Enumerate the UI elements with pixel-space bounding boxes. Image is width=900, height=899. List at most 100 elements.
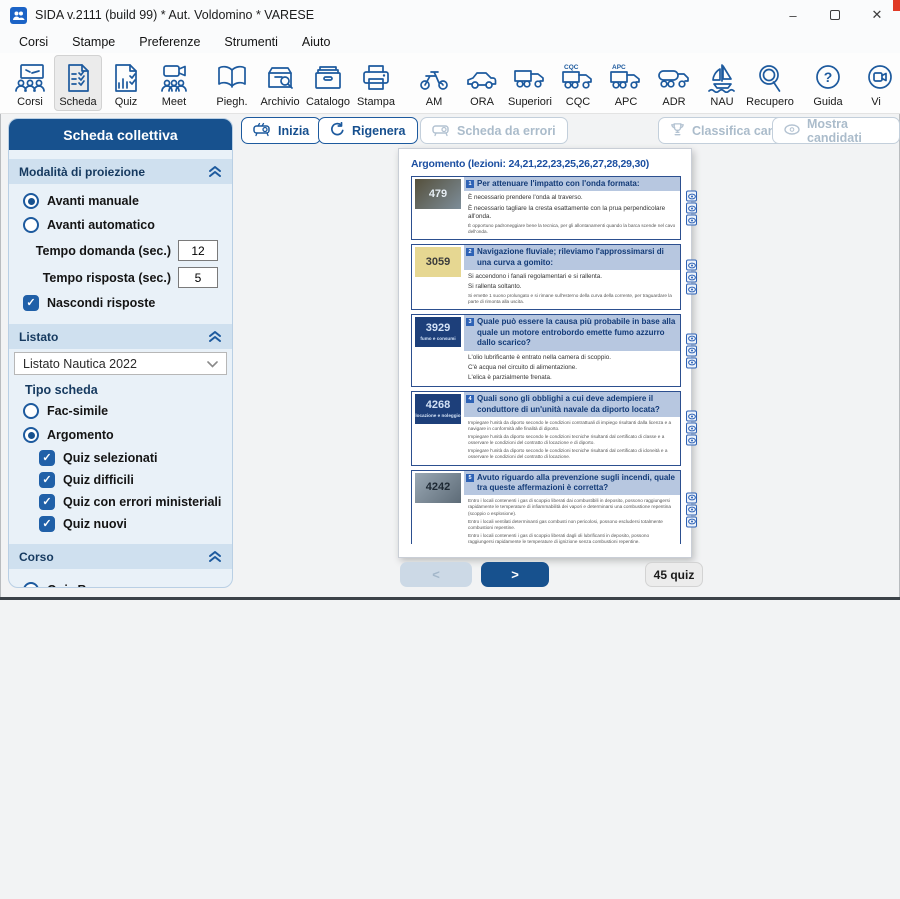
maximize-button[interactable] xyxy=(814,0,856,30)
menu-item-stampe[interactable]: Stampe xyxy=(61,32,126,52)
toolbar-item-am[interactable]: AM xyxy=(410,55,458,111)
scheda-da-errori-button[interactable]: Scheda da errori xyxy=(420,117,568,144)
quiz-action-button[interactable] xyxy=(686,829,697,840)
quiz-action-button[interactable] xyxy=(686,516,697,527)
quiz-image-number: 3259 xyxy=(426,645,450,656)
section-header-proiezione[interactable]: Modalità di proiezione xyxy=(9,159,232,184)
quiz-answer: Pale fisse. xyxy=(468,682,676,690)
archivio-icon xyxy=(262,61,298,95)
quiz-action-button[interactable] xyxy=(686,651,697,662)
quiz-number-badge: 3 xyxy=(466,318,474,326)
tempo-domanda-input[interactable] xyxy=(178,240,218,261)
toolbar-item-guida[interactable]: ? Guida xyxy=(804,55,852,111)
quiz-action-button[interactable] xyxy=(686,504,697,515)
corsi-icon xyxy=(12,61,48,95)
next-page-button[interactable]: > xyxy=(481,562,549,587)
quiz-action-button[interactable] xyxy=(686,492,697,503)
quiz-action-button[interactable] xyxy=(686,740,697,751)
quiz-action-button[interactable] xyxy=(686,805,697,816)
checkbox-quiz-nuovi[interactable]: ✓ Quiz nuovi xyxy=(9,513,232,535)
quiz-action-button[interactable] xyxy=(686,272,697,283)
toolbar-label: Piegh. xyxy=(216,96,247,108)
radio-quiz-base[interactable]: Quiz Base xyxy=(9,574,232,588)
radio-fac-simile[interactable]: Fac-simile xyxy=(9,399,232,423)
quiz-action-button[interactable] xyxy=(686,423,697,434)
quiz-action-button[interactable] xyxy=(686,203,697,214)
quiz-action-button[interactable] xyxy=(686,887,697,898)
toolbar-item-nau[interactable]: NAU xyxy=(698,55,746,111)
toolbar-item-scheda[interactable]: Scheda xyxy=(54,55,102,111)
quiz-action-button[interactable] xyxy=(686,728,697,739)
menu-item-strumenti[interactable]: Strumenti xyxy=(213,32,289,52)
toolbar-label: NAU xyxy=(710,96,733,108)
section-header-listato[interactable]: Listato xyxy=(9,324,232,349)
toolbar-label: Catalogo xyxy=(306,96,350,108)
quiz-answer: È opportuno padroneggiare bene la tecnic… xyxy=(468,223,676,235)
quiz-action-button[interactable] xyxy=(686,191,697,202)
radio-icon xyxy=(23,403,39,419)
quiz-thumbnail: 3086 – – – xyxy=(415,712,461,742)
radio-label: Fac-simile xyxy=(47,404,108,418)
quiz-answer: Certificato di stazza. xyxy=(468,845,676,853)
quiz-list: 479 1 Per attenuare l'impatto con l'onda… xyxy=(411,176,681,544)
listato-dropdown[interactable]: Listato Nautica 2022 xyxy=(14,352,227,375)
tempo-domanda-row: Tempo domanda (sec.) xyxy=(9,237,232,264)
checkbox-quiz-difficili[interactable]: ✓ Quiz difficili xyxy=(9,469,232,491)
quiz-action-button[interactable] xyxy=(686,752,697,763)
quiz-action-button[interactable] xyxy=(686,675,697,686)
quiz-answer: Entro i locali contenenti i gas di scopp… xyxy=(468,533,676,545)
radio-avanti-manuale[interactable]: Avanti manuale xyxy=(9,189,232,213)
rigenera-button[interactable]: Rigenera xyxy=(318,117,418,144)
quiz-action-button[interactable] xyxy=(686,663,697,674)
quiz-action-button[interactable] xyxy=(686,284,697,295)
toolbar-item-meet[interactable]: Meet xyxy=(150,55,198,111)
quiz-action-button[interactable] xyxy=(686,345,697,356)
toolbar-item-recupero[interactable]: Recupero xyxy=(746,55,794,111)
toolbar-item-superiori[interactable]: Superiori xyxy=(506,55,554,111)
minimize-button[interactable]: – xyxy=(772,0,814,30)
radio-avanti-automatico[interactable]: Avanti automatico xyxy=(9,213,232,237)
toolbar-item-catalogo[interactable]: Catalogo xyxy=(304,55,352,111)
quiz-action-button[interactable] xyxy=(686,817,697,828)
quiz-action-button[interactable] xyxy=(686,875,697,886)
mostra-candidati-button[interactable]: Mostra candidati xyxy=(772,117,900,144)
section-header-corso[interactable]: Corso xyxy=(9,544,232,569)
quiz-action-button[interactable] xyxy=(686,863,697,874)
close-button[interactable]: ✕ xyxy=(856,0,898,30)
quiz-question: Navigazione fluviale; rileviamo l'appros… xyxy=(477,247,676,268)
quiz-action-button[interactable] xyxy=(686,411,697,422)
quiz-action-button[interactable] xyxy=(686,215,697,226)
checkbox-quiz-selezionati[interactable]: ✓ Quiz selezionati xyxy=(9,447,232,469)
quiz-answer: È necessario prendere l'onda al traverso… xyxy=(468,194,676,202)
toolbar-item-archivio[interactable]: Archivio xyxy=(256,55,304,111)
tempo-risposta-input[interactable] xyxy=(178,267,218,288)
quiz-answer: Impiegare l'unità da diporto secondo le … xyxy=(468,448,676,460)
checkbox-quiz-con-errori-ministeriali[interactable]: ✓ Quiz con errori ministeriali xyxy=(9,491,232,513)
quiz-action-button[interactable] xyxy=(686,260,697,271)
radio-argomento[interactable]: Argomento xyxy=(9,423,232,447)
nascondi-risposte-checkbox[interactable]: ✓ Nascondi risposte xyxy=(9,291,232,315)
window-controls: – ✕ xyxy=(772,0,898,30)
toolbar-item-quiz[interactable]: Quiz xyxy=(102,55,150,111)
menu-item-preferenze[interactable]: Preferenze xyxy=(128,32,211,52)
previous-page-button[interactable]: < xyxy=(400,562,472,587)
toolbar-item-ora[interactable]: ORA xyxy=(458,55,506,111)
menu-item-corsi[interactable]: Corsi xyxy=(8,32,59,52)
inizia-button[interactable]: Inizia xyxy=(241,117,321,144)
quiz-action-button[interactable] xyxy=(686,586,697,597)
quiz-action-button[interactable] xyxy=(686,435,697,446)
toolbar-item-adr[interactable]: ADR xyxy=(650,55,698,111)
quiz-action-button[interactable] xyxy=(686,333,697,344)
scheda-icon xyxy=(60,61,96,95)
quiz-action-button[interactable] xyxy=(686,357,697,368)
toolbar-item-piegh[interactable]: Piegh. xyxy=(208,55,256,111)
toolbar-item-corsi[interactable]: Corsi xyxy=(6,55,54,111)
section-label: Listato xyxy=(19,330,58,344)
toolbar-item-cqc[interactable]: CQC CQC xyxy=(554,55,602,111)
toolbar-item-apc[interactable]: APC APC xyxy=(602,55,650,111)
menu-item-aiuto[interactable]: Aiuto xyxy=(291,32,342,52)
toolbar-item-video[interactable]: Vi xyxy=(852,55,900,111)
toolbar-item-stampa[interactable]: Stampa xyxy=(352,55,400,111)
scheda-preview-page: Argomento (lezioni: 24,21,22,23,25,26,27… xyxy=(398,148,692,558)
checkbox-icon: ✓ xyxy=(23,295,39,311)
